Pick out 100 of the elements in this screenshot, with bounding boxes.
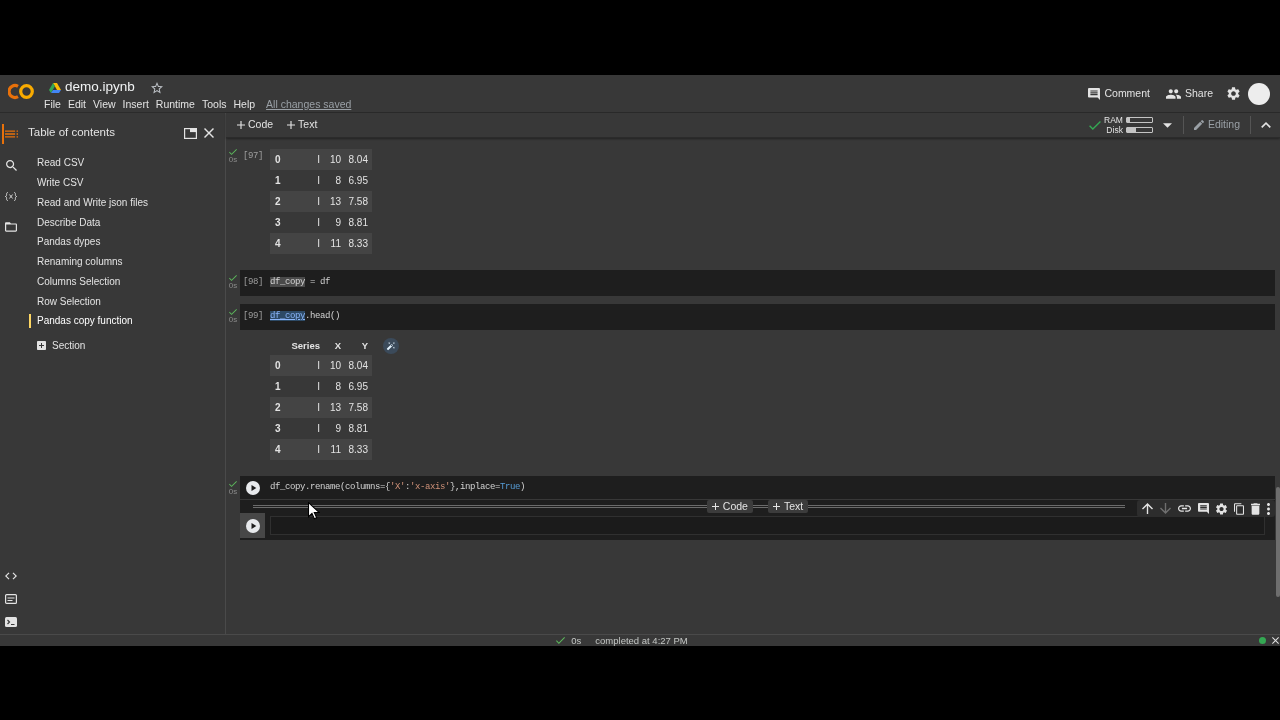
braces-icon: [5, 191, 17, 201]
colab-logo-icon[interactable]: [8, 83, 34, 100]
chevron-up-icon[interactable]: [1261, 122, 1271, 128]
list-box-icon[interactable]: [5, 594, 17, 604]
terminal-icon[interactable]: [5, 617, 17, 627]
code-icon[interactable]: [5, 572, 17, 580]
table-cell-text: 1: [274, 380, 282, 394]
menu-item[interactable]: Runtime: [155, 96, 195, 113]
code-cell[interactable]: [98] df_copy = df: [240, 270, 1275, 296]
close-icon[interactable]: [1272, 637, 1279, 644]
column-header: X: [333, 338, 342, 353]
add-section-button[interactable]: Section: [22, 335, 225, 356]
table-cell-text: 13: [328, 401, 342, 415]
insert-cell-button[interactable]: Code: [706, 500, 753, 513]
table-cell-text: 10: [328, 359, 342, 373]
menu-item[interactable]: Edit: [67, 96, 86, 113]
table-cell-text: I: [316, 153, 321, 167]
run-button-icon[interactable]: [245, 518, 260, 533]
active-marker-icon: [29, 314, 31, 328]
table-cell-text: 8.04: [347, 153, 369, 167]
table-cell-text: 11: [329, 443, 342, 457]
menu-item[interactable]: File: [44, 96, 61, 113]
code-cell[interactable]: df_copy.rename(columns={'X':'x-axis'},inplace=True): [240, 476, 1275, 499]
table-cell-text: I: [316, 237, 321, 251]
table-cell-text: 8.81: [347, 422, 369, 436]
code-input[interactable]: [270, 516, 1265, 535]
tab-window-icon[interactable]: [184, 127, 197, 139]
settings-icon[interactable]: [1227, 87, 1240, 100]
table-cell-text: 7.58: [347, 195, 369, 209]
table-cell-text: I: [316, 401, 321, 415]
mode-button[interactable]: Editing: [1193, 117, 1240, 133]
comment-icon: [1088, 87, 1101, 100]
contents-item[interactable]: Describe Data: [22, 212, 225, 232]
run-time: 0s: [228, 486, 238, 496]
contents-item[interactable]: Pandas copy function: [22, 311, 225, 331]
table-cell-text: 9: [334, 216, 342, 230]
table-cell-text: 13: [328, 195, 342, 209]
table-cell-text: 7.58: [347, 401, 369, 415]
table-cell-text: I: [316, 359, 321, 373]
table-cell-text: 9: [334, 422, 342, 436]
contents-item[interactable]: Renaming columns: [22, 251, 225, 272]
contents-item[interactable]: Read and Write json files: [22, 192, 225, 213]
code-line: df_copy = df: [270, 276, 331, 290]
share-button[interactable]: Share: [1165, 85, 1213, 102]
settings-icon[interactable]: [1216, 502, 1227, 515]
execution-count: [97]: [242, 150, 264, 163]
document-title[interactable]: demo.ipynb: [65, 77, 135, 98]
table-cell-text: 6.95: [347, 380, 369, 394]
save-status-link[interactable]: All changes saved: [266, 96, 352, 113]
table-cell-text: 2: [274, 195, 282, 209]
table-cell-text: I: [316, 422, 321, 436]
menu-item[interactable]: Help: [233, 96, 256, 113]
close-icon[interactable]: [204, 128, 214, 138]
table-cell-text: I: [316, 174, 321, 188]
menu-item[interactable]: Insert: [122, 96, 149, 113]
code-cell[interactable]: [240, 513, 1275, 540]
comment-button[interactable]: Comment: [1088, 85, 1150, 102]
insert-cell-button[interactable]: Code: [235, 117, 276, 133]
link-icon[interactable]: [1178, 505, 1191, 512]
contents-item[interactable]: Read CSV: [22, 153, 225, 173]
people-icon: [1165, 88, 1181, 99]
run-time: 0s: [228, 280, 238, 290]
scrollbar-thumb[interactable]: [1276, 487, 1280, 597]
comment-icon[interactable]: [1198, 503, 1209, 514]
panel-title: Table of contents: [28, 125, 115, 141]
caret-down-icon[interactable]: [1162, 122, 1172, 128]
trash-icon[interactable]: [1251, 502, 1260, 515]
more-icon[interactable]: [1267, 502, 1270, 515]
folder-icon: [5, 222, 17, 232]
execution-count: [98]: [242, 276, 264, 290]
contents-item[interactable]: Columns Selection: [22, 271, 225, 292]
table-cell-text: 8.33: [347, 237, 369, 251]
run-button-icon[interactable]: [245, 480, 260, 495]
table-cell-text: I: [316, 216, 321, 230]
arrow-up-icon[interactable]: [1142, 503, 1153, 514]
pencil-icon: [1193, 120, 1204, 130]
magic-wand-icon[interactable]: [383, 338, 399, 354]
code-cell[interactable]: [99] df_copy.head(): [240, 304, 1275, 330]
contents-item[interactable]: Pandas dypes: [22, 232, 225, 252]
table-cell-text: 3: [274, 216, 282, 230]
table-cell-text: 0: [274, 153, 282, 167]
execution-count: [99]: [242, 310, 264, 324]
table-cell-text: 8: [334, 174, 342, 188]
plus-icon: [772, 503, 780, 510]
table-cell-text: 8: [334, 380, 342, 394]
meter-label: RAM: [1104, 115, 1123, 125]
table-cell-text: 11: [329, 237, 342, 251]
column-header: Y: [360, 338, 369, 353]
table-cell-text: 8.33: [347, 443, 369, 457]
insert-cell-button[interactable]: Text: [767, 500, 809, 513]
meter-label: Disk: [1106, 125, 1123, 135]
menu-item[interactable]: View: [93, 96, 116, 113]
avatar-icon[interactable]: [1248, 82, 1270, 105]
list-icon: [4, 130, 18, 138]
insert-cell-button[interactable]: Text: [285, 117, 320, 133]
menu-item[interactable]: Tools: [201, 96, 227, 113]
contents-item[interactable]: Row Selection: [22, 291, 225, 311]
copy-icon[interactable]: [1234, 502, 1244, 515]
contents-item[interactable]: Write CSV: [22, 172, 225, 193]
star-icon[interactable]: [150, 81, 163, 94]
